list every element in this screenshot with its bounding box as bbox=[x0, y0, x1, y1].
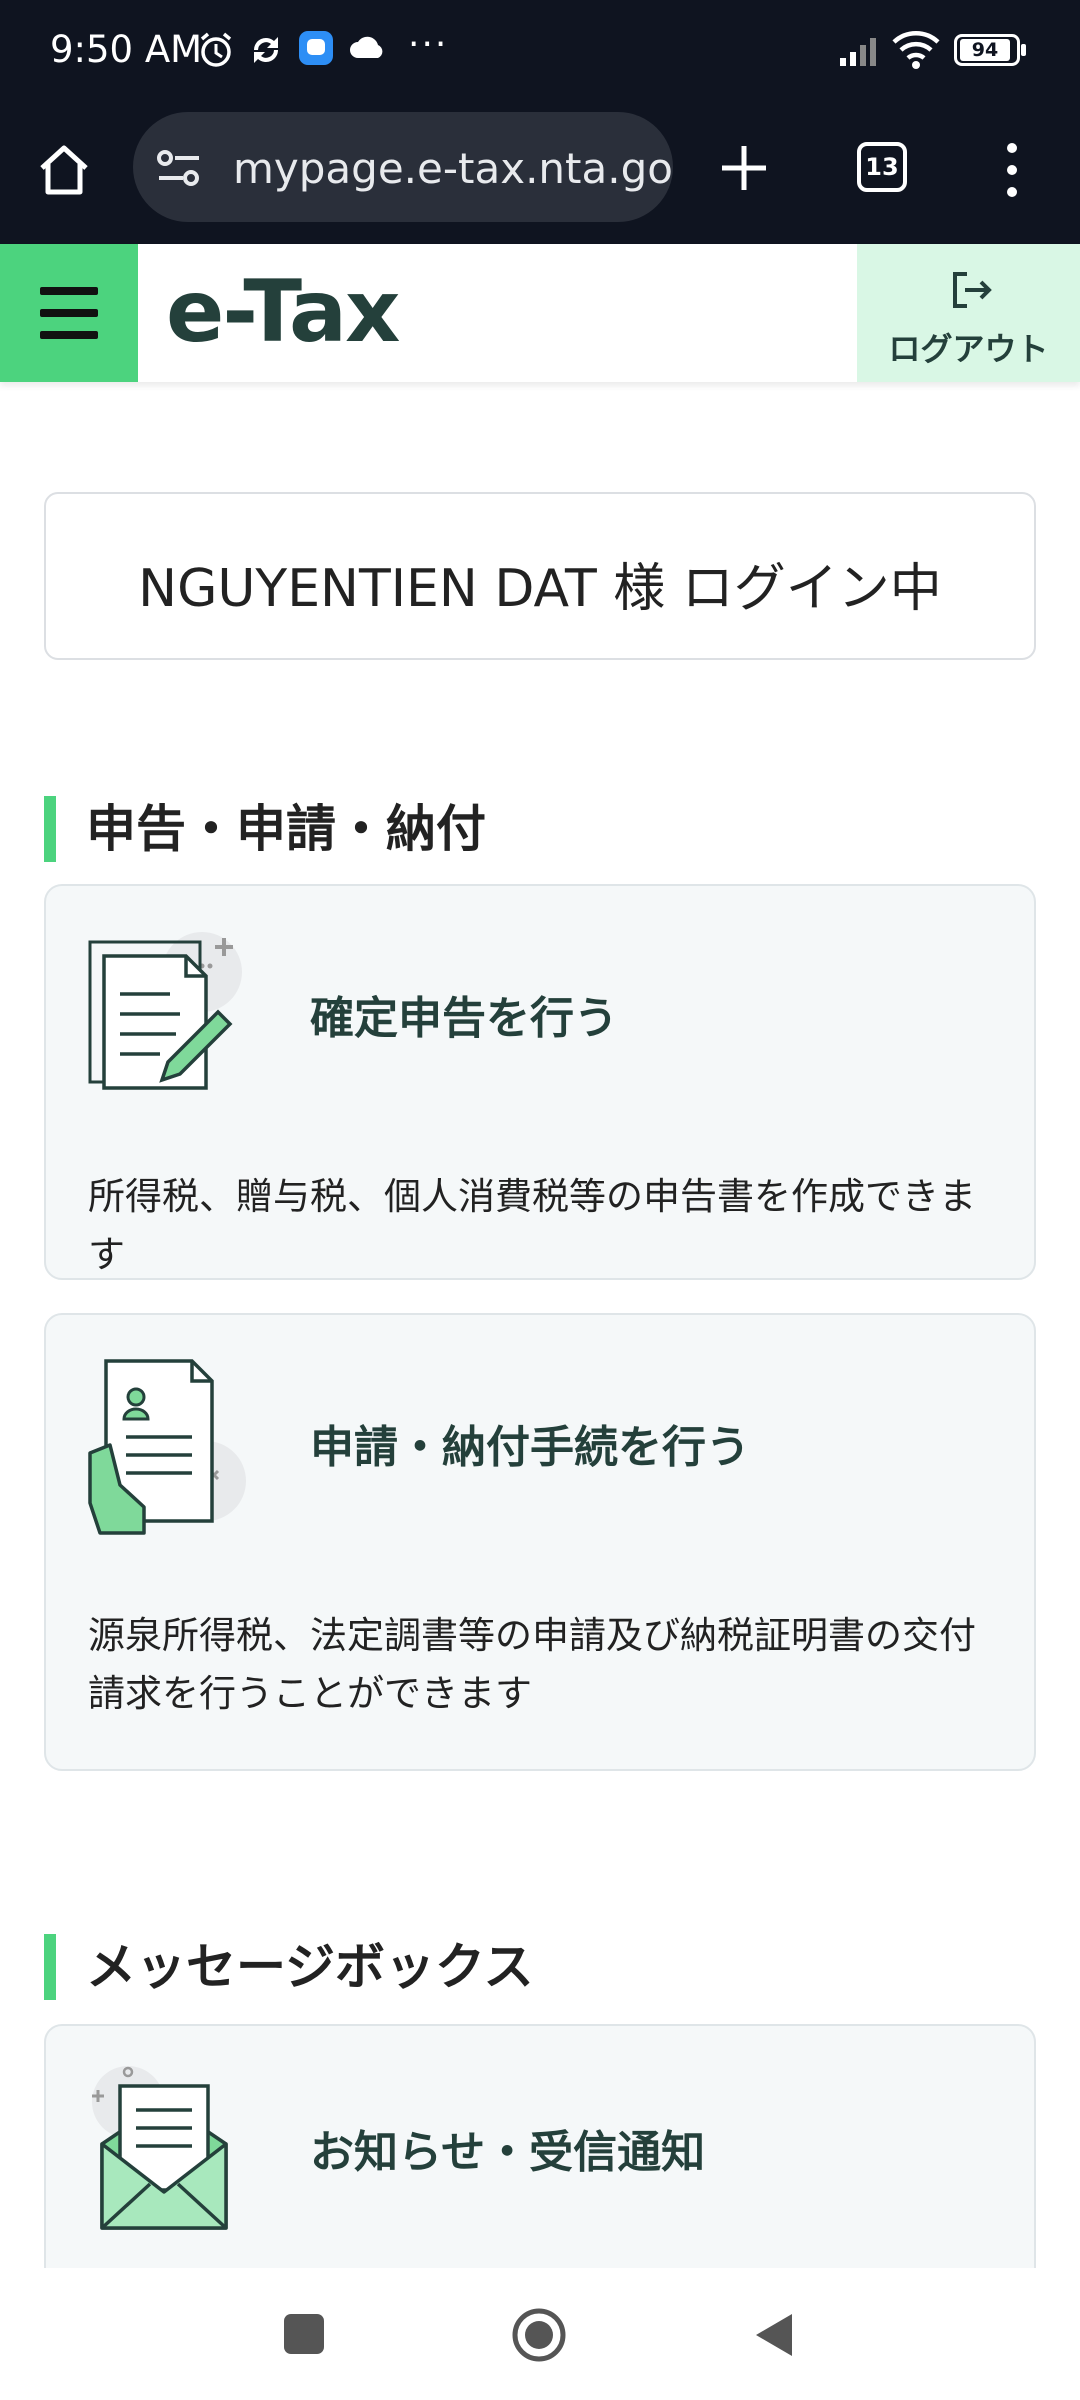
site-settings-icon[interactable] bbox=[155, 148, 203, 188]
card-title: 申請・納付手続を行う bbox=[310, 1422, 750, 1473]
more-menu-icon[interactable] bbox=[1000, 140, 1024, 200]
url-text: mypage.e-tax.nta.go.jp bbox=[233, 144, 673, 193]
battery-level: 94 bbox=[960, 39, 1010, 61]
tab-switcher-button[interactable]: 13 bbox=[857, 142, 907, 192]
recents-button[interactable] bbox=[282, 2312, 326, 2356]
card-title: お知らせ・受信通知 bbox=[310, 2127, 706, 2178]
logout-icon bbox=[953, 272, 992, 308]
card-tax-return[interactable]: 確定申告を行う 所得税、贈与税、個人消費税等の申告書を作成できます bbox=[44, 884, 1036, 1280]
login-status-box: NGUYENTIEN DAT 様 ログイン中 bbox=[44, 492, 1036, 660]
status-time: 9:50 AM bbox=[50, 28, 203, 71]
logout-button[interactable]: ログアウト bbox=[857, 244, 1080, 382]
system-nav-bar bbox=[0, 2268, 1080, 2400]
status-bar: 9:50 AM ··· 94 bbox=[0, 0, 1080, 100]
home-icon[interactable] bbox=[36, 142, 92, 198]
battery-icon: 94 bbox=[954, 34, 1026, 66]
back-button[interactable] bbox=[752, 2310, 796, 2360]
home-nav-button[interactable] bbox=[510, 2306, 568, 2364]
etax-logo[interactable]: e-Tax bbox=[166, 262, 400, 362]
card-description: 源泉所得税、法定調書等の申請及び納税証明書の交付請求を行うことができます bbox=[88, 1614, 976, 1715]
wifi-icon bbox=[892, 31, 940, 69]
status-more: ··· bbox=[408, 24, 449, 65]
signal-icon bbox=[840, 38, 876, 66]
logout-label: ログアウト bbox=[888, 330, 1049, 368]
document-pen-icon bbox=[88, 932, 242, 1090]
envelope-letter-icon bbox=[92, 2066, 228, 2230]
section-title-messages: メッセージボックス bbox=[44, 1934, 534, 2000]
sync-icon bbox=[253, 37, 279, 63]
messenger-icon bbox=[299, 31, 333, 65]
alarm-icon bbox=[200, 32, 232, 67]
card-description: 所得税、贈与税、個人消費税等の申告書を作成できます bbox=[88, 1175, 976, 1276]
new-tab-icon[interactable] bbox=[718, 142, 770, 194]
cloud-icon bbox=[350, 36, 383, 58]
section-title-filing: 申告・申請・納付 bbox=[44, 796, 486, 862]
address-bar[interactable]: mypage.e-tax.nta.go.jp bbox=[133, 112, 673, 222]
hamburger-menu-button[interactable] bbox=[0, 244, 138, 382]
card-application-payment[interactable]: 申請・納付手続を行う 源泉所得税、法定調書等の申請及び納税証明書の交付請求を行う… bbox=[44, 1313, 1036, 1771]
browser-toolbar: mypage.e-tax.nta.go.jp 13 bbox=[0, 100, 1080, 244]
document-hand-icon bbox=[88, 1359, 246, 1535]
site-header: e-Tax ログアウト bbox=[0, 244, 1080, 382]
login-status-text: NGUYENTIEN DAT 様 ログイン中 bbox=[138, 559, 942, 619]
card-title: 確定申告を行う bbox=[310, 993, 618, 1044]
